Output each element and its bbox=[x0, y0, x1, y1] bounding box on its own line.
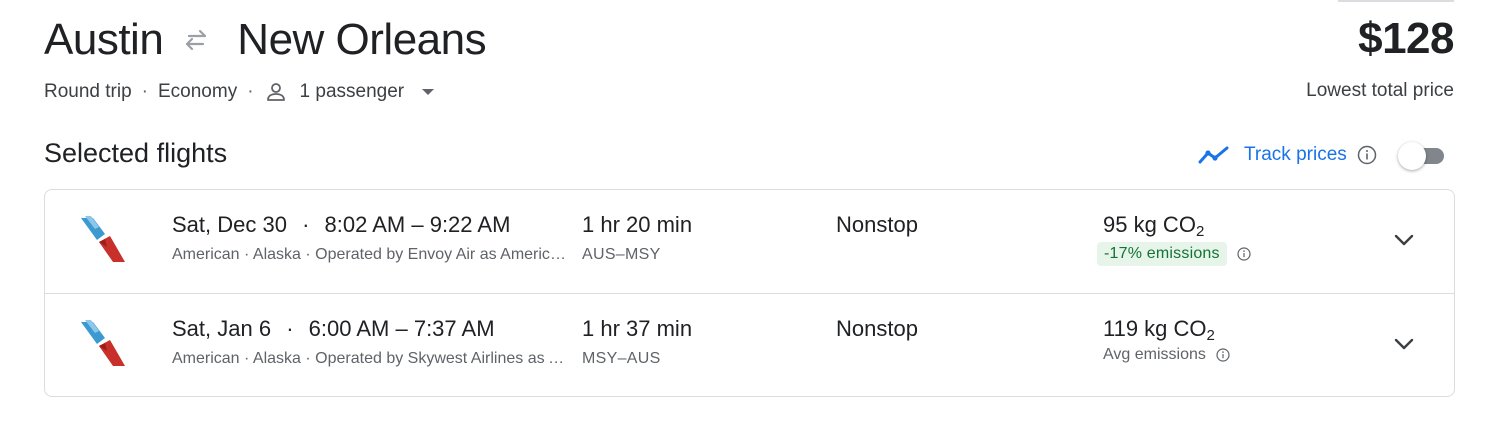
chevron-down-icon bbox=[1394, 234, 1414, 246]
destination-city: New Orleans bbox=[237, 15, 487, 64]
flight-date: Sat, Dec 30 bbox=[172, 212, 287, 237]
track-prices-toggle[interactable] bbox=[1396, 140, 1446, 170]
info-icon[interactable] bbox=[1236, 246, 1252, 262]
separator-dot: · bbox=[247, 81, 254, 102]
trip-meta: Round trip · Economy · 1 passenger bbox=[44, 80, 436, 104]
co2-value: 119 kg CO bbox=[1103, 316, 1207, 341]
co2-value: 95 kg CO bbox=[1103, 212, 1196, 237]
toggle-knob bbox=[1397, 142, 1426, 170]
info-icon[interactable] bbox=[1215, 347, 1231, 363]
flight-row[interactable]: Sat, Dec 30 · 8:02 AM – 9:22 AM American… bbox=[45, 190, 1454, 293]
emissions-row: Avg emissions bbox=[1097, 346, 1231, 364]
flight-times: 6:00 AM – 7:37 AM bbox=[308, 316, 495, 341]
flight-co2: 119 kg CO2 bbox=[1103, 316, 1215, 344]
price-caption: Lowest total price bbox=[1306, 80, 1454, 101]
track-prices: Track prices bbox=[1198, 140, 1446, 170]
flight-row[interactable]: Sat, Jan 6 · 6:00 AM – 7:37 AM American … bbox=[45, 293, 1454, 396]
passenger-count[interactable]: 1 passenger bbox=[300, 81, 405, 103]
chevron-down-icon bbox=[1394, 338, 1414, 350]
co2-subscript: 2 bbox=[1206, 327, 1215, 344]
separator-dot: · bbox=[286, 316, 294, 341]
track-prices-label[interactable]: Track prices bbox=[1244, 144, 1347, 166]
separator-dot: · bbox=[302, 212, 310, 237]
flight-schedule: Sat, Jan 6 · 6:00 AM – 7:37 AM bbox=[172, 316, 495, 342]
trip-type: Round trip bbox=[44, 81, 132, 102]
american-airlines-logo-icon bbox=[79, 214, 129, 264]
cabin-class: Economy bbox=[158, 81, 238, 102]
emissions-row: -17% emissions bbox=[1097, 242, 1252, 266]
flight-duration: 1 hr 20 min bbox=[582, 212, 693, 237]
route-title: Austin New Orleans bbox=[44, 14, 487, 66]
flight-date: Sat, Jan 6 bbox=[172, 316, 272, 341]
origin-city: Austin bbox=[44, 15, 164, 64]
flight-airlines: American · Alaska · Operated by Skywest … bbox=[172, 350, 567, 367]
top-divider bbox=[1338, 0, 1454, 2]
swap-arrows-icon[interactable] bbox=[179, 23, 213, 57]
section-title: Selected flights bbox=[44, 138, 228, 168]
info-icon[interactable] bbox=[1356, 144, 1378, 166]
caret-down-icon[interactable] bbox=[420, 84, 436, 100]
flight-schedule: Sat, Dec 30 · 8:02 AM – 9:22 AM bbox=[172, 212, 510, 238]
flight-duration: 1 hr 37 min bbox=[582, 316, 693, 341]
flight-airlines: American · Alaska · Operated by Envoy Ai… bbox=[172, 246, 567, 263]
flight-route: MSY–AUS bbox=[582, 350, 661, 367]
expand-flight-button[interactable] bbox=[1390, 330, 1418, 358]
flight-stops: Nonstop bbox=[836, 316, 918, 341]
separator-dot: · bbox=[141, 81, 148, 102]
american-airlines-logo-icon bbox=[79, 318, 129, 368]
flight-co2: 95 kg CO2 bbox=[1103, 212, 1204, 240]
expand-flight-button[interactable] bbox=[1390, 226, 1418, 254]
emissions-label: Avg emissions bbox=[1103, 346, 1206, 363]
flight-times: 8:02 AM – 9:22 AM bbox=[324, 212, 511, 237]
flight-route: AUS–MSY bbox=[582, 246, 661, 263]
selected-flights-card: Sat, Dec 30 · 8:02 AM – 9:22 AM American… bbox=[44, 189, 1455, 397]
person-icon bbox=[264, 80, 288, 104]
co2-subscript: 2 bbox=[1195, 223, 1205, 240]
total-price: $128 bbox=[1358, 14, 1454, 63]
trending-icon bbox=[1198, 140, 1230, 170]
emissions-badge: -17% emissions bbox=[1097, 242, 1227, 266]
flight-stops: Nonstop bbox=[836, 212, 918, 237]
